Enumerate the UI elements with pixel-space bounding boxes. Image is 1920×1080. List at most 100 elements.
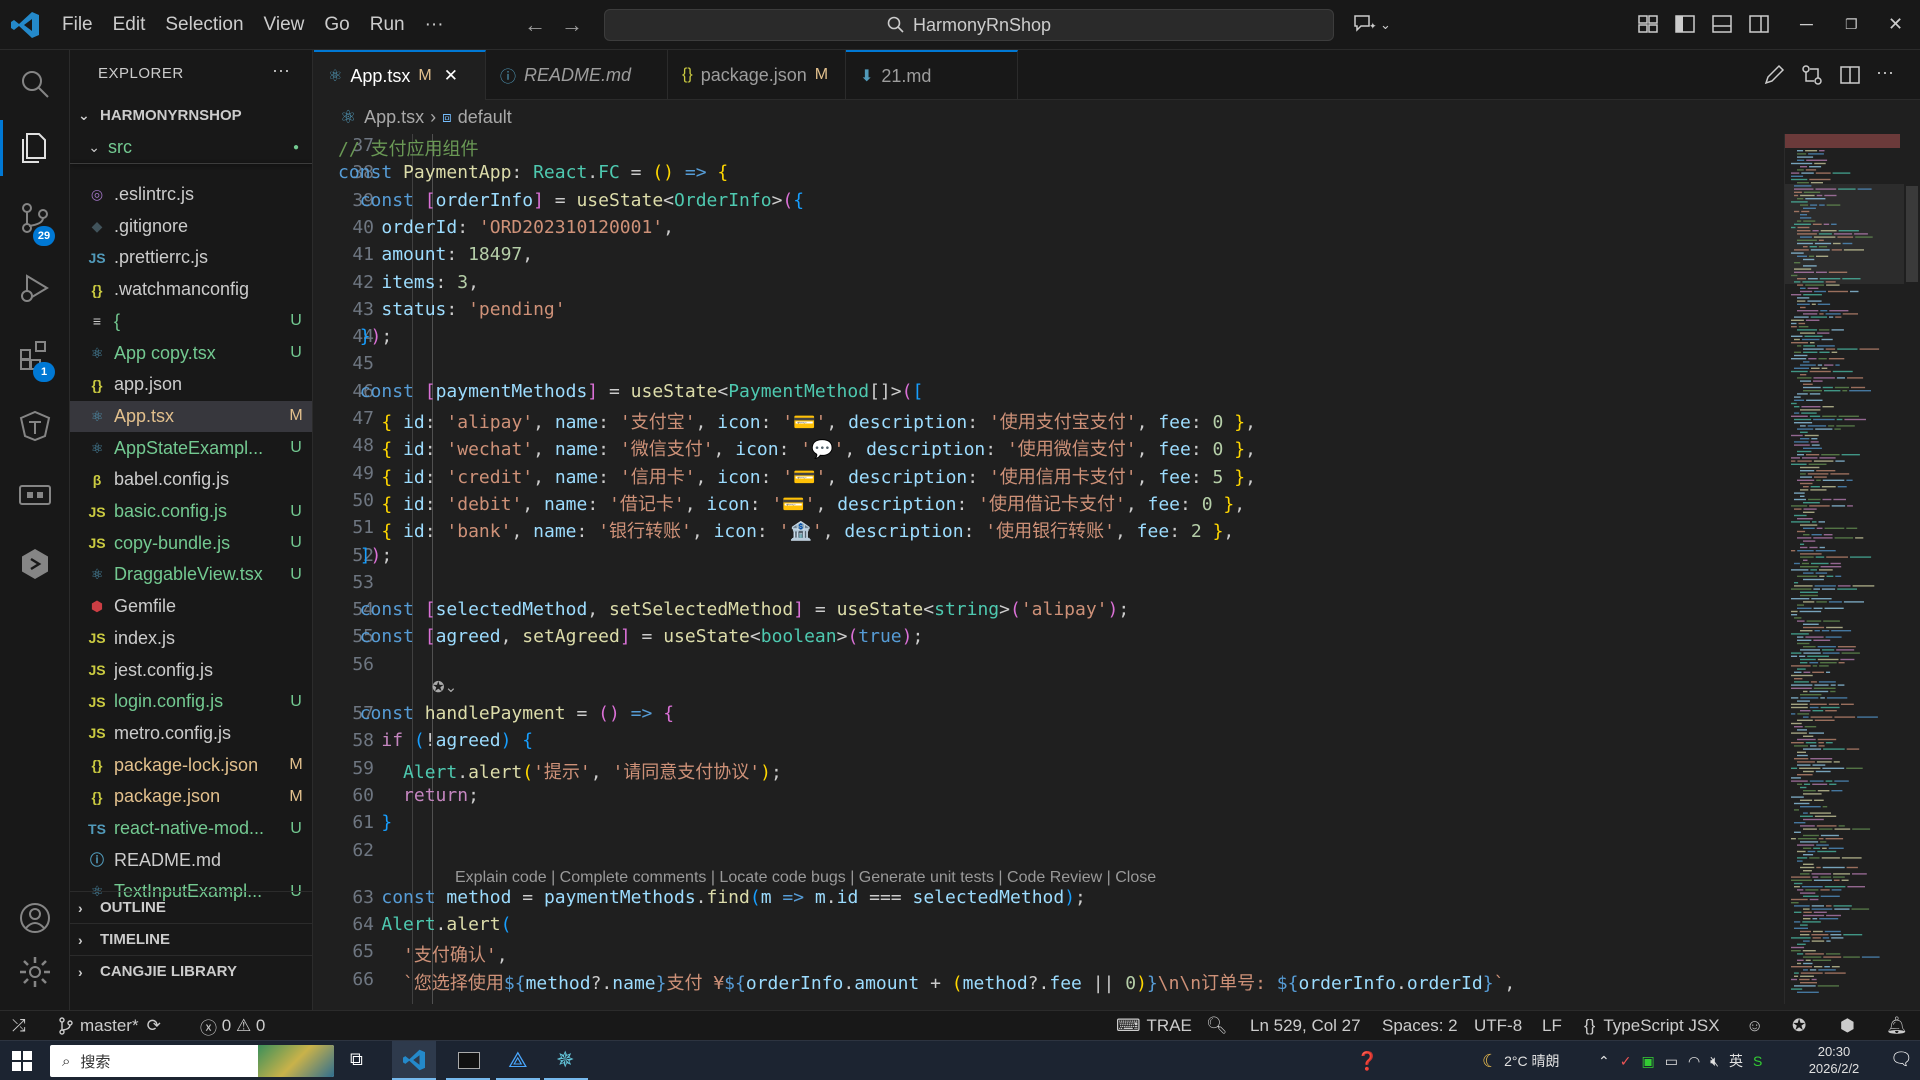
menu-run[interactable]: Run	[360, 14, 415, 36]
tab-readme-md[interactable]: ⓘ README.md	[486, 50, 668, 100]
tray-help-icon[interactable]: ❓	[1356, 1041, 1378, 1080]
menu-view[interactable]: View	[254, 14, 315, 36]
code-editor[interactable]: 37// 支付应用组件 38 const PaymentApp: React.FC …	[314, 134, 1784, 1004]
file-item[interactable]: ≡ {U	[70, 306, 312, 337]
volume-muted-icon[interactable]: 🔇︎	[1710, 1053, 1719, 1070]
trae-status-icon[interactable]: ✪	[1792, 1011, 1806, 1041]
breadcrumb-symbol[interactable]: default	[458, 107, 512, 128]
minimize-icon[interactable]: ─	[1800, 14, 1813, 35]
tab-package-json[interactable]: {} package.json M	[668, 50, 846, 100]
file-item[interactable]: ⚛ AppStateExampl... U	[70, 433, 312, 464]
close-window-icon[interactable]: ✕	[1888, 14, 1903, 35]
zoom-indicator[interactable]: 🔍︎	[1206, 1011, 1228, 1041]
tab-app-tsx[interactable]: ⚛ App.tsx M ✕	[314, 50, 486, 100]
trae-status[interactable]: ⌨ TRAE	[1116, 1011, 1192, 1041]
file-item[interactable]: {} package.json M	[70, 781, 312, 812]
run-debug-icon[interactable]	[17, 270, 53, 306]
file-item[interactable]: ⬢ Gemfile	[70, 591, 312, 622]
ime-icon[interactable]: 英	[1729, 1051, 1743, 1071]
scrollbar-thumb[interactable]	[1906, 186, 1918, 282]
end-of-line[interactable]: LF	[1542, 1011, 1562, 1041]
folder-src[interactable]: ⌄ src ●	[70, 132, 312, 163]
breadcrumb-file[interactable]: App.tsx	[364, 107, 424, 128]
encoding[interactable]: UTF-8	[1474, 1011, 1522, 1041]
file-item[interactable]: JS basic.config.js U	[70, 496, 312, 527]
file-item[interactable]: ⚛ DraggableView.tsx U	[70, 559, 312, 590]
file-item[interactable]: JS jest.config.js	[70, 655, 312, 686]
tray-app-icon[interactable]: ▣	[1641, 1053, 1654, 1070]
remote-explorer-icon[interactable]	[17, 478, 53, 514]
file-item[interactable]: TS react-native-mod... U	[70, 813, 312, 844]
toggle-panel-icon[interactable]	[1710, 12, 1734, 36]
customize-layout-icon[interactable]	[1636, 12, 1660, 36]
chevron-down-icon[interactable]: ⌄	[1380, 17, 1391, 33]
task-view-icon[interactable]: ⧉	[350, 1049, 363, 1070]
sync-icon[interactable]: ⟳	[147, 1016, 161, 1036]
menu-file[interactable]: File	[52, 14, 103, 36]
tray-app-icon[interactable]: ✓	[1620, 1053, 1632, 1070]
file-item[interactable]: ⚛ App.tsx M	[70, 400, 312, 432]
cursor-position[interactable]: Ln 529, Col 27	[1250, 1011, 1361, 1041]
deveco-plugin-icon[interactable]	[17, 546, 53, 582]
minimap[interactable]	[1784, 134, 1905, 1004]
copilot-status-icon[interactable]: ☺	[1746, 1011, 1763, 1041]
windows-start-icon[interactable]	[12, 1051, 32, 1071]
file-item[interactable]: ⓘ README.md	[70, 845, 312, 876]
battery-icon[interactable]: ▭	[1665, 1053, 1678, 1070]
ai-inline-chat-icon[interactable]: ✪⌄	[432, 678, 457, 696]
action-center-icon[interactable]: 🗨︎	[1890, 1049, 1913, 1070]
restore-icon[interactable]: ❐	[1845, 16, 1858, 33]
menu-edit[interactable]: Edit	[103, 14, 156, 36]
file-item[interactable]: ◎ .eslintrc.js	[70, 179, 312, 210]
file-item[interactable]: JS copy-bundle.js U	[70, 528, 312, 559]
clock[interactable]: 20:30 2026/2/2	[1796, 1043, 1872, 1077]
edit-pencil-icon[interactable]	[1762, 63, 1786, 87]
menu-selection[interactable]: Selection	[155, 14, 253, 36]
file-item[interactable]: ◆ .gitignore	[70, 211, 312, 242]
tray-app-icon[interactable]: S	[1753, 1053, 1762, 1069]
ai-codelens-actions[interactable]: Explain code | Complete comments | Locat…	[455, 869, 1156, 887]
account-icon[interactable]	[17, 900, 53, 936]
toggle-primary-sidebar-icon[interactable]	[1673, 12, 1697, 36]
split-editor-icon[interactable]	[1838, 63, 1862, 87]
weather-widget[interactable]: ☾ 2°C 晴朗	[1482, 1041, 1560, 1080]
taskbar-search[interactable]: ⌕ 搜索	[50, 1045, 334, 1077]
file-item[interactable]: JS metro.config.js	[70, 718, 312, 749]
explorer-files-icon[interactable]	[17, 130, 53, 166]
search-icon[interactable]	[17, 66, 53, 102]
notifications-bell-icon[interactable]: 🔔︎	[1886, 1011, 1908, 1041]
compare-changes-icon[interactable]	[1800, 63, 1824, 87]
tab-21-md[interactable]: ⬇ 21.md	[846, 50, 1018, 100]
project-root[interactable]: ⌄ HARMONYRNSHOP	[78, 107, 242, 124]
remote-indicator[interactable]: ⤮	[12, 1011, 26, 1041]
section-cangjie-library[interactable]: › CANGJIE LIBRARY	[70, 955, 312, 987]
taskbar-deveco[interactable]: ⟁	[496, 1041, 540, 1080]
explorer-more-actions-icon[interactable]: ···	[272, 60, 290, 81]
wifi-icon[interactable]: ◠	[1688, 1053, 1700, 1070]
menu-go[interactable]: Go	[314, 14, 359, 36]
taskbar-vscode[interactable]	[392, 1041, 436, 1080]
file-item[interactable]: {} .watchmanconfig	[70, 274, 312, 305]
section-timeline[interactable]: › TIMELINE	[70, 923, 312, 955]
vscode-logo-icon[interactable]	[10, 11, 40, 39]
file-item[interactable]: JS login.config.js U	[70, 686, 312, 717]
file-item[interactable]: JS index.js	[70, 623, 312, 654]
menu-more[interactable]: ···	[415, 14, 454, 36]
language-mode[interactable]: {} TypeScript JSX	[1584, 1011, 1720, 1041]
file-item[interactable]: ⚛ App copy.tsx U	[70, 338, 312, 369]
indentation[interactable]: Spaces: 2	[1382, 1011, 1458, 1041]
editor-scrollbar[interactable]	[1904, 134, 1920, 1004]
trae-ai-icon[interactable]	[17, 408, 53, 444]
deveco-status-icon[interactable]: ⬢	[1840, 1011, 1855, 1041]
taskbar-terminal[interactable]	[446, 1041, 490, 1080]
file-item[interactable]: {} package-lock.json M	[70, 750, 312, 781]
section-outline[interactable]: › OUTLINE	[70, 891, 312, 923]
command-center-search[interactable]: HarmonyRnShop	[604, 9, 1334, 41]
file-item[interactable]: {} app.json	[70, 369, 312, 400]
taskbar-trae[interactable]: ✵	[544, 1041, 588, 1080]
branch-indicator[interactable]: master* ⟳	[58, 1011, 161, 1041]
close-tab-icon[interactable]: ✕	[444, 66, 458, 86]
file-item[interactable]: β babel.config.js	[70, 464, 312, 495]
settings-gear-icon[interactable]	[17, 954, 53, 990]
file-item[interactable]: JS .prettierrc.js	[70, 242, 312, 273]
